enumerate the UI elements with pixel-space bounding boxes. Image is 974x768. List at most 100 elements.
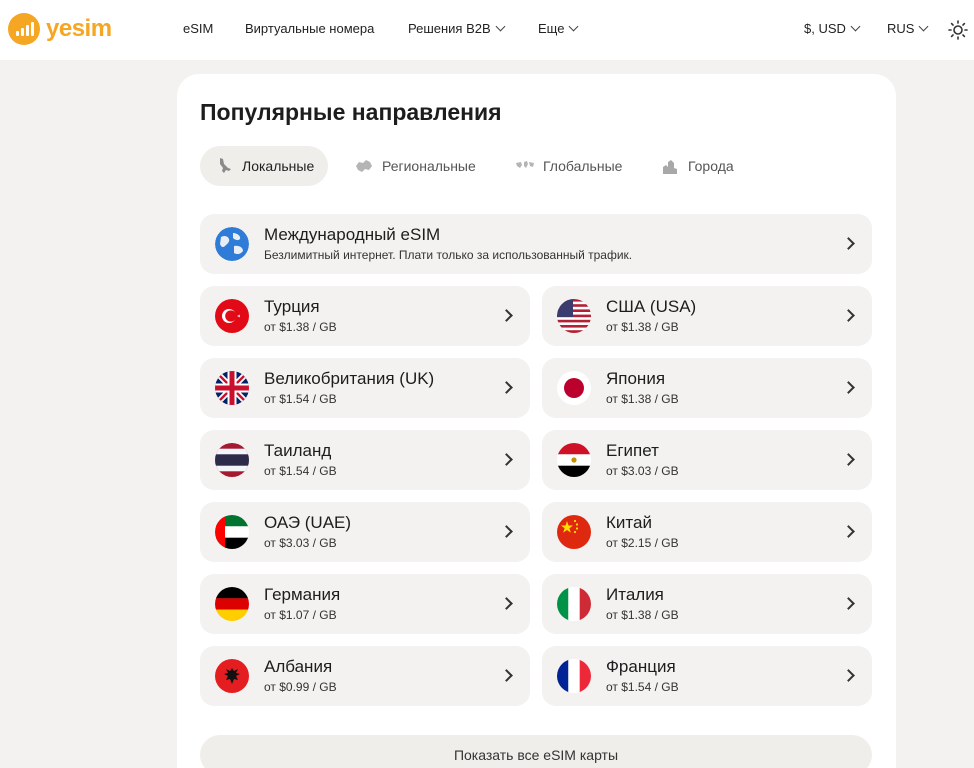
destination-item-china[interactable]: Китай от $2.15 / GB: [542, 502, 872, 562]
tab-local[interactable]: Локальные: [200, 146, 329, 186]
world-map-icon: [516, 161, 534, 168]
destination-price: от $1.54 / GB: [264, 392, 337, 406]
nav-esim[interactable]: eSIM: [183, 21, 213, 36]
chevron-right-icon: [500, 525, 513, 538]
nav-b2b-dropdown[interactable]: Решения B2B: [408, 21, 506, 36]
destination-item-uk[interactable]: Великобритания (UK) от $1.54 / GB: [200, 358, 530, 418]
italy-flag-icon: [557, 587, 591, 621]
tab-global-label: Глобальные: [543, 158, 623, 174]
uae-flag-icon: [215, 515, 249, 549]
chevron-right-icon: [842, 237, 855, 250]
chevron-down-icon: [495, 21, 506, 32]
destination-price: от $1.54 / GB: [264, 464, 337, 478]
destination-item-uae[interactable]: ОАЭ (UAE) от $3.03 / GB: [200, 502, 530, 562]
destination-item-japan[interactable]: Япония от $1.38 / GB: [542, 358, 872, 418]
destination-name: Турция: [264, 297, 320, 316]
germany-flag-icon: [215, 587, 249, 621]
tab-regional[interactable]: Региональные: [340, 146, 490, 186]
chevron-right-icon: [842, 669, 855, 682]
albania-flag-icon: [215, 659, 249, 693]
chevron-right-icon: [842, 453, 855, 466]
destination-name: Франция: [606, 657, 676, 676]
international-esim-title: Международный eSIM: [264, 225, 441, 244]
page-title: Популярные направления: [200, 99, 502, 125]
china-flag-icon: [557, 515, 591, 549]
italy-boot-icon: [220, 158, 231, 173]
chevron-down-icon: [569, 21, 579, 32]
top-header: yesim eSIM Виртуальные номера Решения B2…: [0, 0, 974, 60]
destination-item-usa[interactable]: США (USA) от $1.38 / GB: [542, 286, 872, 346]
nav-esim-label: eSIM: [183, 21, 214, 36]
destination-name: Египет: [606, 441, 659, 460]
currency-label: $, USD: [804, 21, 846, 36]
tab-local-label: Локальные: [242, 158, 315, 174]
logo-text: yesim: [46, 15, 112, 42]
destination-name: Великобритания (UK): [264, 369, 435, 388]
chevron-right-icon: [500, 597, 513, 610]
destination-name: Таиланд: [264, 441, 332, 460]
currency-selector[interactable]: $, USD: [804, 21, 861, 36]
turkey-flag-icon: [215, 299, 249, 333]
nav-more-dropdown[interactable]: Еще: [538, 21, 579, 36]
chevron-right-icon: [500, 453, 513, 466]
destination-price: от $1.38 / GB: [264, 320, 337, 334]
tab-cities-label: Города: [688, 158, 734, 174]
tab-global[interactable]: Глобальные: [501, 146, 636, 186]
destination-name: США (USA): [606, 297, 697, 316]
chevron-right-icon: [500, 669, 513, 682]
destination-name: Япония: [606, 369, 666, 388]
destination-price: от $1.54 / GB: [606, 680, 679, 694]
destination-name: Италия: [606, 585, 664, 604]
usa-flag-icon: [557, 299, 591, 333]
destination-price: от $2.15 / GB: [606, 536, 679, 550]
destination-item-egypt[interactable]: Египет от $3.03 / GB: [542, 430, 872, 490]
international-esim-item[interactable]: Международный eSIM Безлимитный интернет.…: [200, 214, 872, 274]
destination-item-france[interactable]: Франция от $1.54 / GB: [542, 646, 872, 706]
destination-price: от $1.38 / GB: [606, 608, 679, 622]
destination-item-thailand[interactable]: Таиланд от $1.54 / GB: [200, 430, 530, 490]
uk-flag-icon: [215, 371, 249, 405]
globe-icon: [215, 227, 249, 261]
nav-virtual-numbers[interactable]: Виртуальные номера: [245, 21, 374, 36]
france-flag-icon: [557, 659, 591, 693]
tab-cities[interactable]: Города: [646, 146, 748, 186]
language-selector[interactable]: RUS: [887, 21, 929, 36]
destination-price: от $3.03 / GB: [264, 536, 337, 550]
chevron-down-icon: [919, 21, 929, 32]
destination-name: Германия: [264, 585, 341, 604]
destination-item-germany[interactable]: Германия от $1.07 / GB: [200, 574, 530, 634]
destination-price: от $1.38 / GB: [606, 392, 679, 406]
logo[interactable]: yesim: [8, 13, 112, 45]
destination-name: Китай: [606, 513, 652, 532]
chevron-right-icon: [500, 381, 513, 394]
destination-item-turkey[interactable]: Турция от $1.38 / GB: [200, 286, 530, 346]
destination-name: Албания: [264, 657, 333, 676]
tab-regional-label: Региональные: [382, 158, 476, 174]
chevron-right-icon: [842, 381, 855, 394]
show-all-esim-button[interactable]: Показать все eSIM карты: [200, 735, 872, 768]
international-esim-subtitle: Безлимитный интернет. Плати только за ис…: [264, 248, 633, 262]
destination-price: от $3.03 / GB: [606, 464, 679, 478]
nav-virtual-numbers-label: Виртуальные номера: [245, 21, 375, 36]
city-icon: [663, 160, 677, 174]
logo-icon: [8, 13, 40, 45]
thailand-flag-icon: [215, 443, 249, 477]
destination-name: ОАЭ (UAE): [264, 513, 352, 532]
nav-more-label: Еще: [538, 21, 565, 36]
destination-price: от $1.07 / GB: [264, 608, 337, 622]
destination-price: от $0.99 / GB: [264, 680, 337, 694]
language-label: RUS: [887, 21, 915, 36]
egypt-flag-icon: [557, 443, 591, 477]
chevron-right-icon: [842, 525, 855, 538]
nav-b2b-label: Решения B2B: [408, 21, 491, 36]
chevron-right-icon: [500, 309, 513, 322]
theme-toggle-sun-icon[interactable]: [948, 20, 968, 40]
chevron-right-icon: [842, 309, 855, 322]
region-map-icon: [356, 160, 372, 172]
destination-item-albania[interactable]: Албания от $0.99 / GB: [200, 646, 530, 706]
chevron-down-icon: [850, 21, 861, 32]
destination-item-italy[interactable]: Италия от $1.38 / GB: [542, 574, 872, 634]
show-all-label: Показать все eSIM карты: [453, 747, 619, 763]
japan-flag-icon: [557, 371, 591, 405]
destination-price: от $1.38 / GB: [606, 320, 679, 334]
